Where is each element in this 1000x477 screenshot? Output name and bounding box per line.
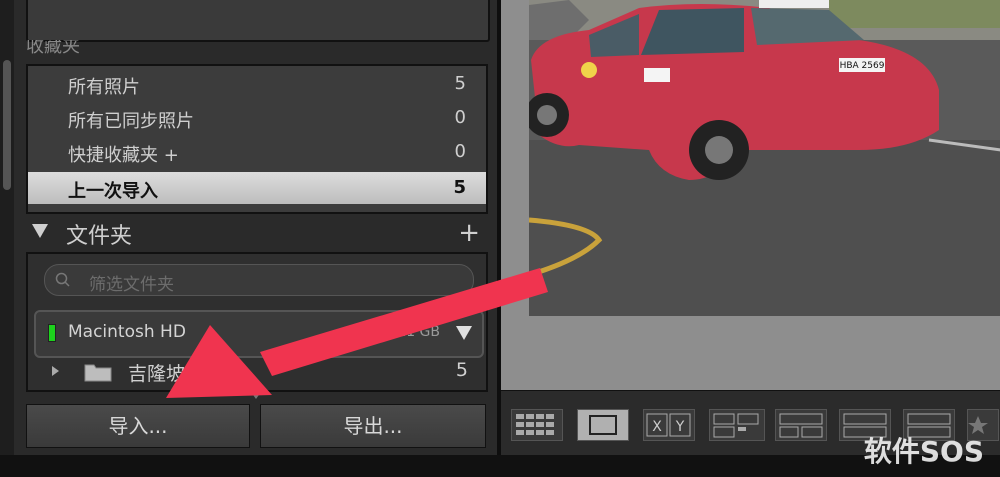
catalog-item-count: 5 [453, 177, 466, 198]
preview-area: HBA 2569 [501, 0, 1000, 390]
filmstrip-edge [0, 455, 1000, 477]
folder-name: 吉隆坡 [128, 363, 186, 385]
catalog-item-count: 0 [454, 141, 466, 162]
collapse-triangle-icon[interactable] [32, 224, 48, 238]
compare-y-label: Y [675, 419, 685, 435]
license-plate: HBA 2569 [840, 61, 885, 71]
compare-x-label: X [652, 419, 662, 435]
catalog-item-count: 0 [454, 107, 466, 128]
add-folder-button[interactable]: + [458, 218, 480, 248]
compare-icon: X Y [646, 413, 691, 437]
catalog-item-all-photos[interactable]: 所有照片 5 [28, 68, 486, 100]
volume-name: Macintosh HD [68, 322, 186, 342]
folder-icon [84, 364, 112, 382]
grid-icon [516, 414, 554, 435]
folders-header[interactable]: 文件夹 + [26, 218, 486, 252]
folders-title: 文件夹 [66, 224, 133, 249]
catalog-list: 所有照片 5 所有已同步照片 0 快捷收藏夹 + 0 上一次导入 5 [26, 64, 488, 214]
panel-expand-icon[interactable] [251, 392, 261, 399]
catalog-item-label: 快捷收藏夹 + [68, 145, 179, 166]
collections-header[interactable]: 收藏夹 [26, 40, 486, 60]
export-button[interactable]: 导出... [260, 404, 486, 448]
catalog-item-count: 5 [454, 73, 466, 94]
loupe-icon [589, 415, 617, 435]
catalog-item-quick-collection[interactable]: 快捷收藏夹 + 0 [28, 136, 486, 168]
survey-icon [713, 413, 759, 438]
catalog-item-label: 上一次导入 [68, 181, 158, 202]
people-icon [779, 413, 823, 438]
catalog-item-label: 所有已同步照片 [68, 111, 194, 132]
photo-preview[interactable]: HBA 2569 [529, 0, 1000, 316]
navigator-box [26, 0, 490, 42]
scrollbar[interactable] [0, 0, 14, 477]
catalog-item-synced-photos[interactable]: 所有已同步照片 0 [28, 102, 486, 134]
volume-row[interactable]: Macintosh HD 121 GB [34, 310, 484, 358]
import-button[interactable]: 导入... [26, 404, 250, 448]
folder-item[interactable]: 吉隆坡 5 [28, 358, 486, 388]
folder-filter-placeholder: 筛选文件夹 [89, 275, 174, 295]
grid-view-button[interactable] [511, 409, 563, 441]
folder-filter-input[interactable]: 筛选文件夹 [44, 264, 474, 296]
volume-collapse-icon[interactable] [456, 326, 472, 340]
folder-count: 5 [455, 359, 468, 381]
people-view-button[interactable] [775, 409, 827, 441]
volume-size: 121 GB [388, 324, 440, 340]
loupe-view-button[interactable] [577, 409, 629, 441]
compare-view-button[interactable]: X Y [643, 409, 695, 441]
survey-view-button[interactable] [709, 409, 765, 441]
catalog-item-label: 所有照片 [68, 77, 140, 98]
left-panel: 收藏夹 所有照片 5 所有已同步照片 0 快捷收藏夹 + 0 上一次导入 5 文… [0, 0, 497, 477]
scrollbar-thumb[interactable] [3, 60, 11, 190]
watermark: 软件SOS [863, 435, 984, 468]
volume-status-icon [48, 324, 56, 342]
catalog-item-previous-import[interactable]: 上一次导入 5 [28, 172, 486, 204]
expand-arrow-icon[interactable] [52, 366, 59, 376]
search-icon [55, 272, 70, 287]
folders-panel: 筛选文件夹 Macintosh HD 121 GB 吉隆坡 5 [26, 252, 488, 392]
